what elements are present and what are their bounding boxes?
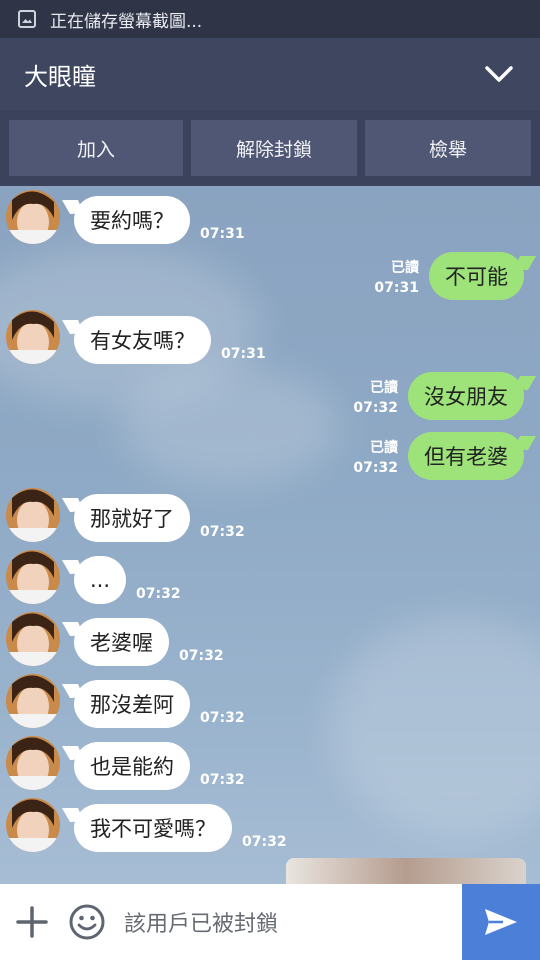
message-time: 07:31 [200, 226, 245, 242]
message-bubble[interactable]: 那沒差阿 [74, 680, 190, 728]
incoming-message: 也是能約 07:32 [6, 736, 245, 790]
message-time: 07:32 [200, 524, 245, 540]
report-button[interactable]: 檢舉 [365, 120, 531, 176]
send-icon [485, 909, 517, 935]
message-bubble[interactable]: 要約嗎？ [74, 196, 190, 244]
message-time: 07:32 [136, 586, 181, 602]
read-receipt: 已讀 [370, 440, 398, 456]
add-friend-button[interactable]: 加入 [9, 120, 183, 176]
background-cloud [330, 616, 540, 836]
message-bubble[interactable]: 我不可愛嗎？ [74, 804, 232, 852]
message-time: 07:32 [242, 834, 287, 850]
background-cloud [120, 366, 340, 486]
avatar[interactable] [6, 488, 60, 542]
incoming-message: 那沒差阿 07:32 [6, 674, 245, 728]
message-time: 07:32 [353, 400, 398, 416]
outgoing-message: 已讀 07:32 沒女朋友 [353, 372, 524, 420]
outgoing-message: 已讀 07:32 但有老婆 [353, 432, 524, 480]
unblock-button[interactable]: 解除封鎖 [191, 120, 357, 176]
message-meta: 已讀 07:32 [353, 378, 398, 418]
chat-header: 大眼瞳 [0, 38, 540, 110]
message-bubble[interactable]: 沒女朋友 [408, 372, 524, 420]
photo-message-preview[interactable] [286, 858, 526, 884]
incoming-message: 我不可愛嗎？ 07:32 [6, 798, 287, 852]
message-time: 07:32 [200, 772, 245, 788]
plus-icon[interactable] [14, 904, 50, 940]
avatar[interactable] [6, 736, 60, 790]
emoji-icon[interactable] [68, 903, 106, 941]
avatar[interactable] [6, 674, 60, 728]
incoming-message: 那就好了 07:32 [6, 488, 245, 542]
message-bubble[interactable]: 那就好了 [74, 494, 190, 542]
status-text: 正在儲存螢幕截圖... [50, 11, 203, 32]
action-bar: 加入 解除封鎖 檢舉 [0, 110, 540, 186]
message-bubble[interactable]: 不可能 [429, 252, 524, 300]
message-input-placeholder[interactable]: 該用戶已被封鎖 [124, 906, 462, 938]
message-bubble[interactable]: ... [74, 556, 127, 604]
input-bar: 該用戶已被封鎖 [0, 884, 540, 960]
status-bar: 正在儲存螢幕截圖... [0, 0, 540, 38]
send-button[interactable] [462, 884, 540, 960]
read-receipt: 已讀 [370, 380, 398, 396]
incoming-message: ... 07:32 [6, 550, 181, 604]
incoming-message: 有女友嗎？ 07:31 [6, 310, 266, 364]
message-bubble[interactable]: 老婆喔 [74, 618, 169, 666]
chat-title: 大眼瞳 [24, 62, 96, 91]
image-icon [18, 10, 36, 28]
message-time: 07:31 [374, 280, 419, 296]
message-time: 07:31 [221, 346, 266, 362]
message-bubble[interactable]: 也是能約 [74, 742, 190, 790]
incoming-message: 要約嗎？ 07:31 [6, 190, 245, 244]
avatar[interactable] [6, 550, 60, 604]
message-meta: 已讀 07:31 [374, 258, 419, 298]
message-time: 07:32 [353, 460, 398, 476]
incoming-message: 老婆喔 07:32 [6, 612, 224, 666]
message-bubble[interactable]: 但有老婆 [408, 432, 524, 480]
read-receipt: 已讀 [391, 260, 419, 276]
message-bubble[interactable]: 有女友嗎？ [74, 316, 211, 364]
avatar[interactable] [6, 798, 60, 852]
message-meta: 已讀 07:32 [353, 438, 398, 478]
message-time: 07:32 [179, 648, 224, 664]
avatar[interactable] [6, 310, 60, 364]
chat-area[interactable]: 要約嗎？ 07:31 已讀 07:31 不可能 有女友嗎？ 07:31 已讀 0… [0, 186, 540, 884]
outgoing-message: 已讀 07:31 不可能 [374, 252, 524, 300]
avatar[interactable] [6, 190, 60, 244]
chevron-down-icon[interactable] [482, 57, 516, 91]
message-time: 07:32 [200, 710, 245, 726]
avatar[interactable] [6, 612, 60, 666]
